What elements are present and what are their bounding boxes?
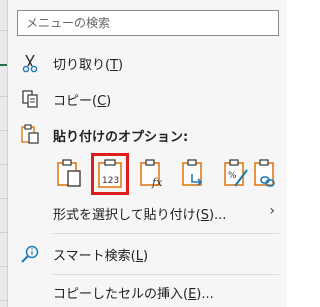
gridline	[0, 198, 7, 199]
paste-icon	[57, 159, 81, 187]
gridline	[0, 300, 7, 301]
menu-search-input[interactable]	[18, 11, 278, 35]
paste-values-button[interactable]: 123	[91, 153, 129, 195]
menu-item-copy[interactable]: コピー(C)	[8, 84, 287, 114]
paste-formulas-text: fx	[151, 176, 163, 189]
menu-item-insert-copied-cells[interactable]: コピーしたセルの挿入(E)...	[8, 277, 287, 307]
gridline	[0, 232, 7, 233]
gridline	[0, 130, 7, 131]
gridline	[0, 96, 7, 97]
search-icon	[20, 244, 40, 264]
paste-button[interactable]	[55, 158, 83, 190]
paste-transpose-button[interactable]	[180, 158, 208, 190]
menu-item-smart-lookup[interactable]: スマート検索(L)	[8, 239, 287, 269]
paste-options-row: 123 fx %	[53, 153, 283, 195]
menu-item-label: コピー(C)	[53, 93, 112, 109]
gridline	[0, 266, 7, 267]
paste-values-text: 123	[102, 176, 119, 186]
scissors-icon	[20, 53, 40, 73]
selected-cell-border	[0, 64, 7, 66]
menu-item-cut[interactable]: 切り取り(T)	[8, 48, 287, 78]
menu-separator	[53, 274, 279, 275]
menu-item-label: 切り取り(T)	[53, 57, 124, 73]
menu-separator	[53, 233, 279, 234]
format-brush-icon: %	[224, 159, 248, 187]
menu-item-label: コピーしたセルの挿入(E)...	[53, 286, 214, 302]
paste-link-button[interactable]	[252, 158, 280, 190]
paste-options-title: 貼り付けのオプション:	[53, 130, 189, 145]
gridline	[0, 164, 7, 165]
menu-item-label: スマート検索(L)	[53, 248, 149, 264]
spreadsheet-edge	[0, 0, 7, 307]
chevron-right-icon: ›	[269, 203, 275, 219]
paste-values-icon: 123	[98, 159, 122, 188]
menu-item-paste-special[interactable]: 形式を選択して貼り付け(S)...	[8, 198, 287, 228]
paste-formulas-button[interactable]: fx	[138, 158, 166, 190]
transpose-icon	[182, 159, 203, 186]
svg-text:%: %	[228, 171, 237, 181]
menu-item-label: 形式を選択して貼り付け(S)...	[53, 207, 227, 223]
context-menu: 切り取り(T) コピー(C) 貼り付けのオプション:	[7, 0, 287, 307]
copy-icon	[20, 89, 40, 109]
menu-search-box[interactable]	[17, 10, 279, 36]
paste-formatting-button[interactable]: %	[222, 158, 250, 190]
link-icon	[254, 159, 275, 187]
gridline	[0, 30, 7, 31]
clipboard-icon	[20, 124, 40, 144]
paste-formulas-icon: fx	[140, 159, 163, 189]
